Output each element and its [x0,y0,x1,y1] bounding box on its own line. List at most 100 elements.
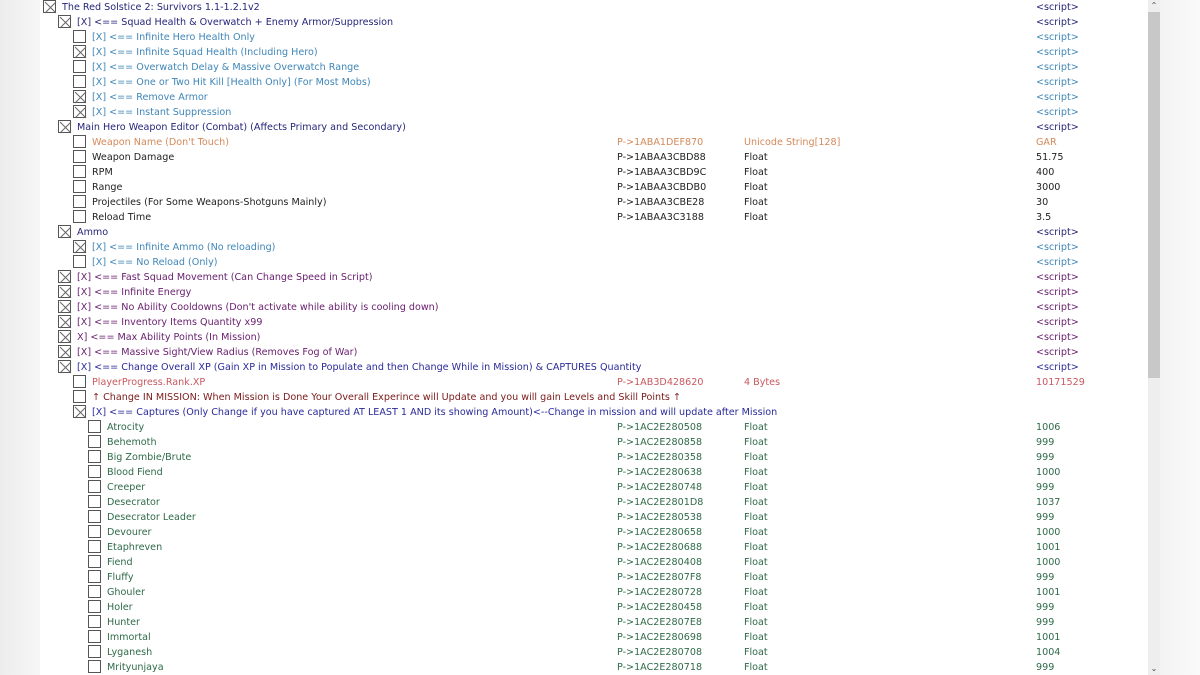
table-row[interactable]: Main Hero Weapon Editor (Combat) (Affect… [40,120,1148,135]
checkbox[interactable] [73,165,86,178]
checkbox-checked[interactable] [73,45,87,59]
row-value: GAR [1036,137,1057,148]
checkbox[interactable] [88,570,101,583]
checkbox-checked[interactable] [73,105,87,119]
table-row[interactable]: [X] <== Remove Armor <script> [40,90,1148,105]
table-row[interactable]: [X] <== Overwatch Delay & Massive Overwa… [40,60,1148,75]
table-row[interactable]: [X] <== No Reload (Only) <script> [40,255,1148,270]
table-row[interactable]: [X] <== Massive Sight/View Radius (Remov… [40,345,1148,360]
table-row[interactable]: [X] <== Infinite Hero Health Only <script… [40,30,1148,45]
checkbox[interactable] [73,150,86,163]
checkbox-checked[interactable] [58,225,72,239]
table-row[interactable]: Ghouler P->1AC2E280728 Float 1001 [40,585,1148,600]
table-row[interactable]: Desecrator P->1AC2E2801D8 Float 1037 [40,495,1148,510]
table-row[interactable]: Devourer P->1AC2E280658 Float 1000 [40,525,1148,540]
checkbox[interactable] [88,585,101,598]
table-row[interactable]: [X] <== Inventory Items Quantity x99 <scr… [40,315,1148,330]
table-row[interactable]: [X] <== Change Overall XP (Gain XP in Mi… [40,360,1148,375]
checkbox-checked[interactable] [73,405,87,419]
checkbox[interactable] [88,525,101,538]
checkbox-checked[interactable] [58,360,72,374]
checkbox[interactable] [88,435,101,448]
checkbox[interactable] [88,660,101,673]
window-background [1160,0,1200,675]
checkbox[interactable] [88,465,101,478]
table-row[interactable]: Desecrator Leader P->1AC2E280538 Float 999 [40,510,1148,525]
checkbox-checked[interactable] [58,345,72,359]
table-row[interactable]: Hunter P->1AC2E2807E8 Float 999 [40,615,1148,630]
checkbox[interactable] [73,255,86,268]
checkbox[interactable] [88,645,101,658]
table-row[interactable]: RPM P->1ABAA3CBD9C Float 400 [40,165,1148,180]
table-row[interactable]: X] <== Max Ability Points (In Mission) <s… [40,330,1148,345]
checkbox-checked[interactable] [58,15,72,29]
table-row[interactable]: Blood Fiend P->1AC2E280638 Float 1000 [40,465,1148,480]
checkbox[interactable] [73,390,86,403]
table-row[interactable]: [X] <== Infinite Squad Health (Including… [40,45,1148,60]
checkbox[interactable] [88,480,101,493]
table-row[interactable]: Ammo <script> [40,225,1148,240]
checkbox[interactable] [73,195,86,208]
checkbox-checked[interactable] [73,240,87,254]
table-row[interactable]: Lyganesh P->1AC2E280708 Float 1004 [40,645,1148,660]
table-row[interactable]: ↑ Change IN MISSION: When Mission is Don… [40,390,1148,405]
checkbox-checked[interactable] [58,120,72,134]
table-row[interactable]: Big Zombie/Brute P->1AC2E280358 Float 999 [40,450,1148,465]
row-description: Big Zombie/Brute [107,452,192,463]
table-row[interactable]: Etaphreven P->1AC2E280688 Float 1001 [40,540,1148,555]
checkbox[interactable] [73,210,86,223]
table-row[interactable]: Creeper P->1AC2E280748 Float 999 [40,480,1148,495]
checkbox-checked[interactable] [58,330,72,344]
checkbox[interactable] [88,495,101,508]
table-row[interactable]: [X] <== Captures (Only Change if you hav… [40,405,1148,420]
checkbox[interactable] [88,420,101,433]
table-row[interactable]: [X] <== One or Two Hit Kill [Health Only… [40,75,1148,90]
table-row[interactable]: [X] <== No Ability Cooldowns (Don't acti… [40,300,1148,315]
row-type: Float [744,167,768,178]
table-row[interactable]: PlayerProgress.Rank.XP P->1AB3D428620 4 By… [40,375,1148,390]
row-type: Float [744,467,768,478]
table-row[interactable]: Fluffy P->1AC2E2807F8 Float 999 [40,570,1148,585]
checkbox[interactable] [88,615,101,628]
table-row[interactable]: Fiend P->1AC2E280408 Float 1000 [40,555,1148,570]
checkbox[interactable] [73,30,86,43]
table-row[interactable]: [X] <== Infinite Energy <script> [40,285,1148,300]
table-row[interactable]: Weapon Name (Don't Touch) P->1ABA1DEF870 U… [40,135,1148,150]
checkbox[interactable] [88,555,101,568]
vertical-scrollbar[interactable]: ⌃ ⌄ [1148,0,1160,675]
checkbox-checked[interactable] [58,315,72,329]
checkbox[interactable] [73,375,86,388]
checkbox-checked[interactable] [73,90,87,104]
table-row[interactable]: The Red Solstice 2: Survivors 1.1-1.2.1v… [40,0,1148,15]
scrollbar-thumb[interactable] [1148,12,1160,378]
checkbox[interactable] [88,450,101,463]
table-row[interactable]: [X] <== Infinite Ammo (No reloading) <scr… [40,240,1148,255]
checkbox[interactable] [88,630,101,643]
checkbox[interactable] [88,510,101,523]
checkbox[interactable] [73,60,86,73]
checkbox-checked[interactable] [58,285,72,299]
checkbox[interactable] [73,75,86,88]
checkbox-checked[interactable] [58,300,72,314]
scroll-up-icon[interactable]: ⌃ [1148,0,1160,12]
table-row[interactable]: [X] <== Instant Suppression <script> [40,105,1148,120]
table-row[interactable]: [X] <== Squad Health & Overwatch + Enemy… [40,15,1148,30]
table-row[interactable]: Projectiles (For Some Weapons-Shotguns M… [40,195,1148,210]
table-row[interactable]: Atrocity P->1AC2E280508 Float 1006 [40,420,1148,435]
table-row[interactable]: Weapon Damage P->1ABAA3CBD88 Float 51.75 [40,150,1148,165]
checkbox[interactable] [73,180,86,193]
table-row[interactable]: Behemoth P->1AC2E280858 Float 999 [40,435,1148,450]
table-row[interactable]: Immortal P->1AC2E280698 Float 1001 [40,630,1148,645]
checkbox[interactable] [88,540,101,553]
table-row[interactable]: Reload Time P->1ABAA3C3188 Float 3.5 [40,210,1148,225]
checkbox[interactable] [88,600,101,613]
checkbox-checked[interactable] [58,270,72,284]
scroll-down-icon[interactable]: ⌄ [1148,663,1160,675]
table-row[interactable]: [X] <== Fast Squad Movement (Can Change … [40,270,1148,285]
table-row[interactable]: Range P->1ABAA3CBDB0 Float 3000 [40,180,1148,195]
table-row[interactable]: Mrityunjaya P->1AC2E280718 Float 999 [40,660,1148,675]
row-value: 999 [1036,662,1055,673]
table-row[interactable]: Holer P->1AC2E280458 Float 999 [40,600,1148,615]
checkbox-checked[interactable] [43,0,57,14]
checkbox[interactable] [73,135,86,148]
